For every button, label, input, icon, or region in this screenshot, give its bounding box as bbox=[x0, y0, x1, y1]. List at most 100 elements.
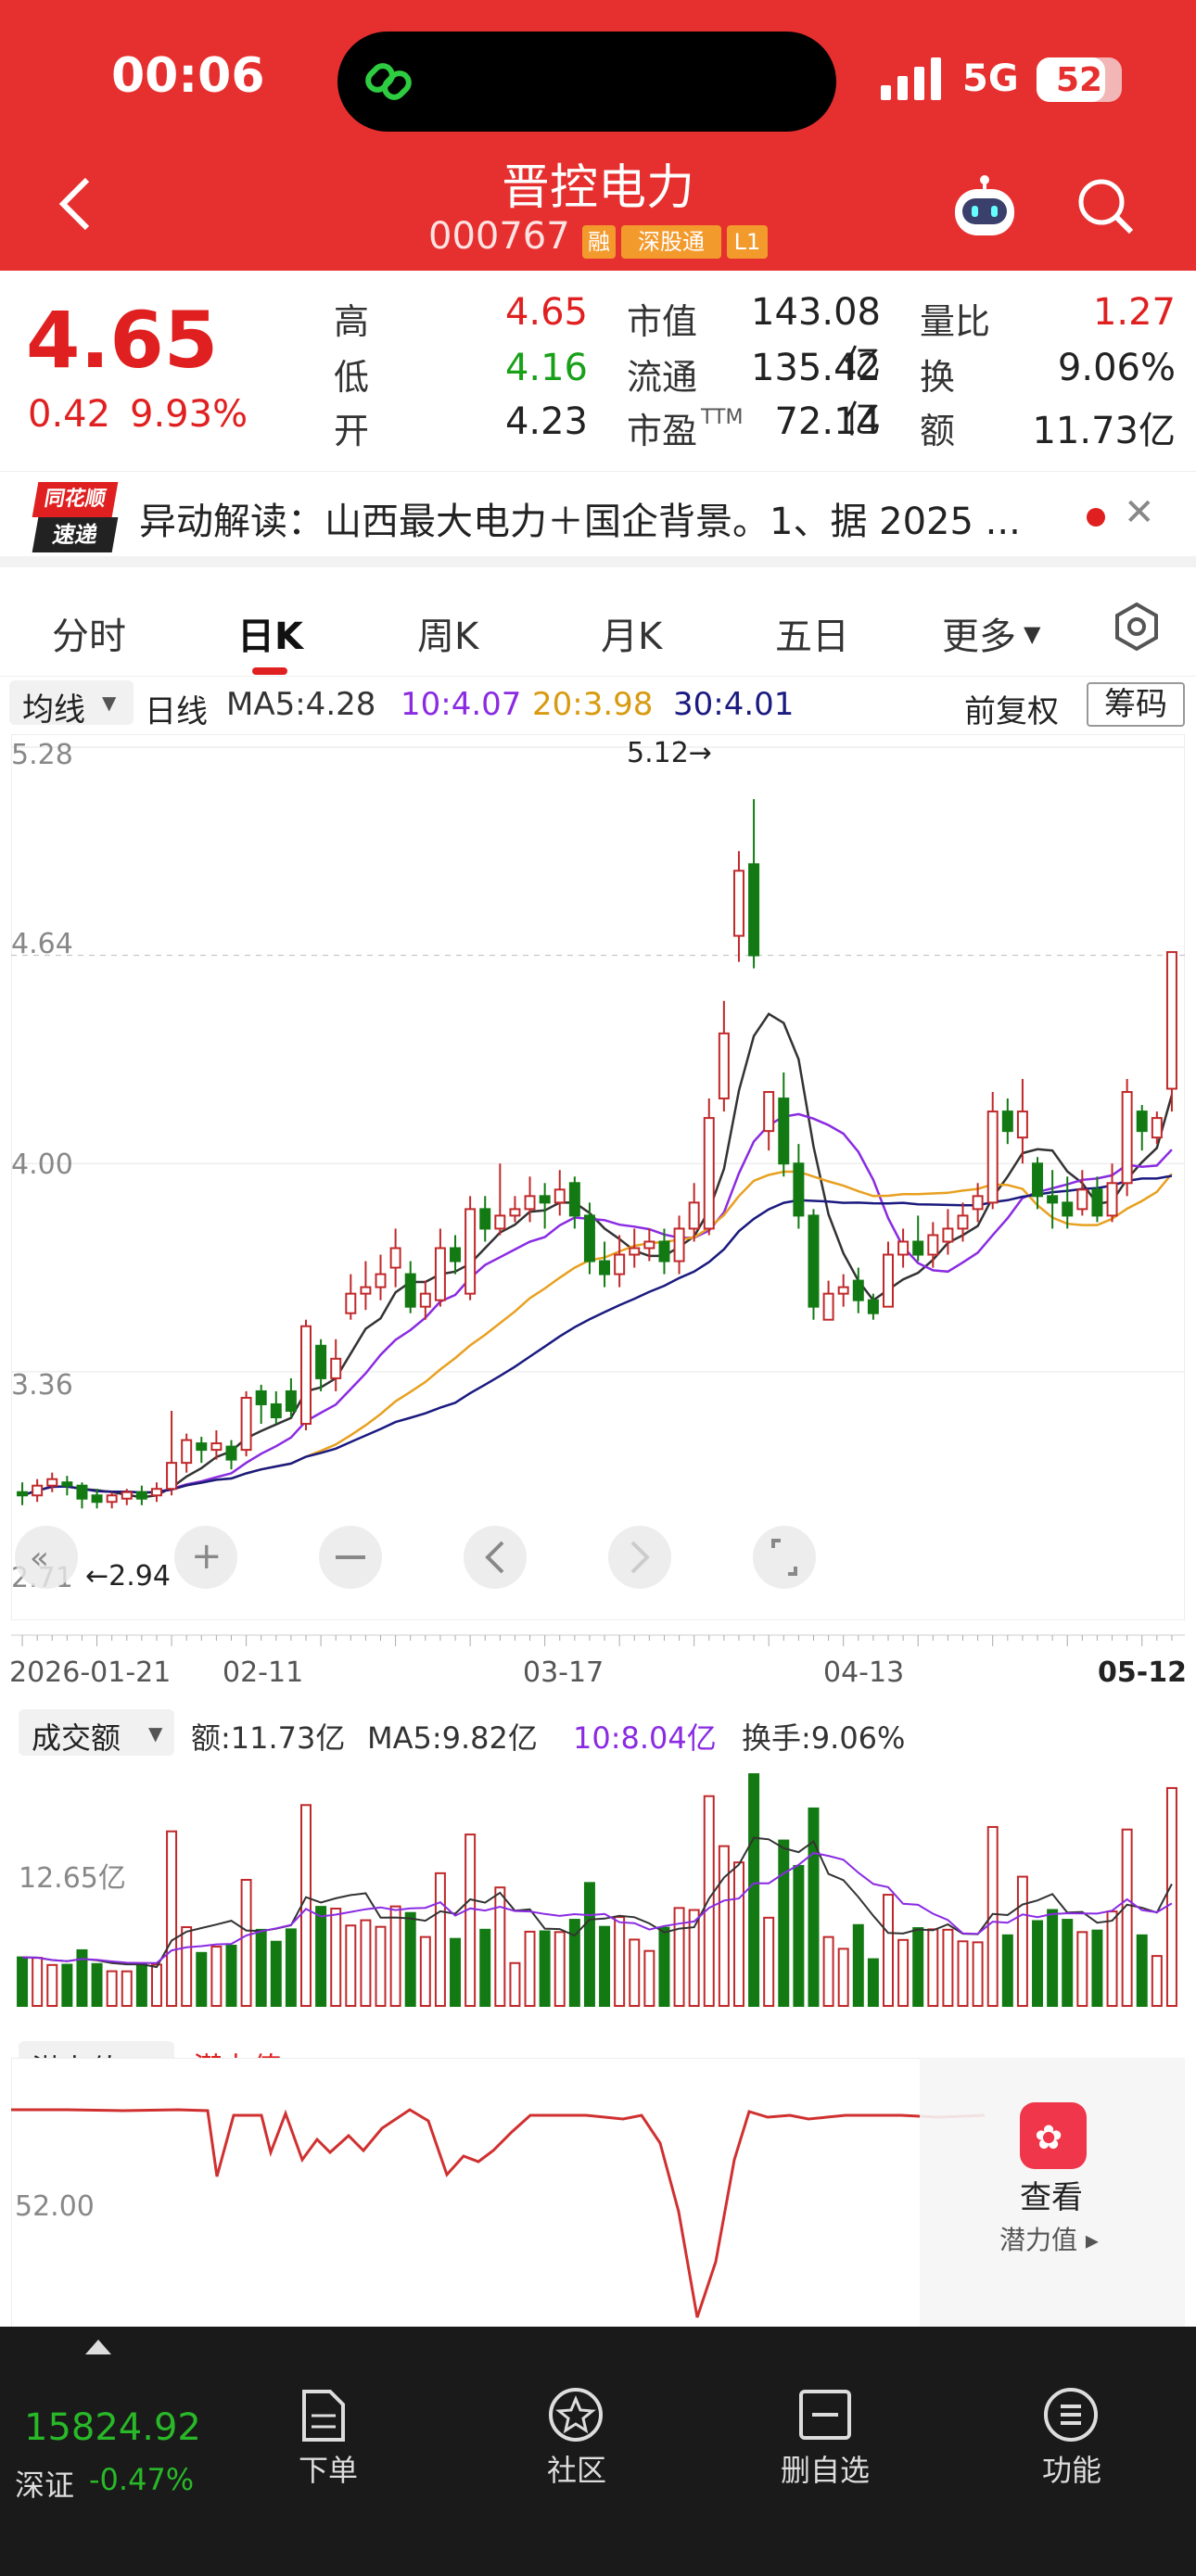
battery-level: 52 bbox=[1055, 61, 1103, 99]
order-button[interactable]: 下单 bbox=[263, 2447, 393, 2490]
open-label: 开 bbox=[334, 411, 370, 451]
assistant-robot-icon[interactable] bbox=[949, 172, 1020, 243]
volume-turnover: 换手:9.06% bbox=[742, 1720, 906, 1756]
ths-logo: 同花顺 速递 bbox=[32, 482, 119, 552]
settings-icon[interactable] bbox=[1111, 601, 1163, 653]
volume-bar bbox=[1062, 1919, 1074, 2007]
volume-bar bbox=[210, 1946, 223, 2008]
link-icon bbox=[365, 63, 412, 100]
volume-bar bbox=[91, 1962, 103, 2008]
volume-bar bbox=[360, 1919, 372, 2007]
volume-bar bbox=[494, 1886, 506, 2007]
volume-bar bbox=[1121, 1828, 1133, 2007]
volume-bar bbox=[703, 1795, 715, 2007]
high-label: 高 bbox=[334, 301, 370, 342]
kline-chart[interactable]: 5.28 4.64 4.00 3.36 2.71 5.12→ ←2.94 « + bbox=[11, 734, 1185, 1620]
volume-bar bbox=[196, 1951, 208, 2008]
volume-selector[interactable]: 成交额 ▼ bbox=[19, 1709, 174, 1756]
amount-label: 额 bbox=[920, 411, 956, 451]
volume-bar bbox=[285, 1928, 297, 2008]
date-label-1: 2026-01-21 bbox=[9, 1656, 171, 1689]
candle bbox=[837, 1286, 849, 1295]
dragon-glyph: ✿ bbox=[1035, 2119, 1062, 2157]
candle bbox=[61, 1481, 73, 1487]
community-button[interactable]: 社区 bbox=[512, 2447, 642, 2490]
volume-bar bbox=[524, 1930, 536, 2008]
candle bbox=[315, 1344, 327, 1379]
candle bbox=[568, 1182, 580, 1217]
volume-bar bbox=[121, 1970, 133, 2007]
close-icon[interactable]: ✕ bbox=[1124, 491, 1155, 534]
battery-icon: 52 bbox=[1037, 57, 1122, 102]
logo-bottom: 速递 bbox=[32, 517, 119, 552]
tab-monthly[interactable]: 月K bbox=[601, 606, 662, 660]
volume-bar bbox=[315, 1906, 327, 2008]
volume-ma5: MA5:9.82亿 bbox=[367, 1720, 538, 1756]
kline-kind: 日线 bbox=[145, 693, 208, 730]
candle bbox=[1062, 1201, 1074, 1217]
adjust-mode[interactable]: 前复权 bbox=[964, 686, 1059, 731]
pe-suffix: TTM bbox=[701, 406, 744, 429]
float-label: 流通 bbox=[627, 357, 698, 398]
volume-bar bbox=[778, 1839, 790, 2007]
candle bbox=[345, 1292, 357, 1314]
turnover-label: 换 bbox=[920, 357, 956, 398]
scroll-right-button[interactable] bbox=[608, 1526, 671, 1589]
candle bbox=[599, 1260, 611, 1275]
candle bbox=[897, 1240, 910, 1256]
candle bbox=[121, 1491, 133, 1500]
tab-more[interactable]: 更多 bbox=[942, 606, 1016, 660]
volume-bar bbox=[1032, 1920, 1044, 2007]
candle bbox=[389, 1247, 401, 1269]
volume-bar bbox=[106, 1970, 118, 2007]
pe-value: 72.14 bbox=[774, 400, 881, 443]
y-tick-top: 5.28 bbox=[11, 739, 73, 771]
tab-weekly[interactable]: 周K bbox=[417, 606, 478, 660]
volume-bar bbox=[912, 1927, 924, 2008]
candle bbox=[375, 1273, 387, 1288]
volume-bar bbox=[658, 1926, 670, 2007]
volume-bar bbox=[629, 1938, 641, 2007]
volume-bar bbox=[225, 1945, 237, 2007]
candle bbox=[450, 1247, 462, 1263]
double-chevron-left-icon: « bbox=[30, 1540, 49, 1577]
candle bbox=[181, 1439, 193, 1465]
candle bbox=[1047, 1195, 1059, 1204]
tab-daily[interactable]: 日K bbox=[237, 606, 303, 660]
indicator-selector[interactable]: 均线 ▼ bbox=[9, 680, 134, 729]
news-headline[interactable]: 异动解读：山西最大电力＋国企背景。1、据 2025 ... bbox=[139, 491, 1029, 545]
volume-ma10: 10:8.04亿 bbox=[573, 1720, 717, 1756]
candle bbox=[583, 1214, 595, 1263]
tab-five-day[interactable]: 五日 bbox=[775, 606, 849, 660]
community-icon bbox=[549, 2388, 603, 2442]
candle bbox=[553, 1188, 566, 1204]
volume-bar bbox=[1076, 1931, 1088, 2007]
functions-button[interactable]: 功能 bbox=[1007, 2447, 1137, 2490]
tab-intraday[interactable]: 分时 bbox=[52, 606, 126, 660]
low-value: 4.16 bbox=[504, 347, 588, 389]
volume-bar bbox=[718, 1845, 730, 2007]
volume-bar bbox=[748, 1773, 760, 2007]
order-icon bbox=[302, 2390, 345, 2442]
menu-icon bbox=[1044, 2388, 1098, 2442]
candle bbox=[464, 1208, 477, 1295]
chips-button[interactable]: 筹码 bbox=[1087, 682, 1185, 727]
unread-dot bbox=[1087, 508, 1105, 527]
potential-cta-sub: 潜力值 ▸ bbox=[999, 2225, 1099, 2255]
scroll-left-button[interactable] bbox=[464, 1526, 527, 1589]
search-icon[interactable] bbox=[1075, 176, 1135, 235]
candle bbox=[1091, 1188, 1103, 1217]
signal-icon bbox=[881, 57, 941, 100]
fullscreen-button[interactable] bbox=[753, 1526, 816, 1589]
candle bbox=[614, 1253, 626, 1275]
price-change: 0.42 bbox=[28, 393, 111, 436]
index-value[interactable]: 15824.92 bbox=[24, 2406, 201, 2449]
volume-bar bbox=[166, 1830, 178, 2007]
index-change: -0.47% bbox=[89, 2462, 195, 2497]
low-marker: ←2.94 bbox=[85, 1560, 171, 1593]
volume-bar bbox=[732, 1861, 744, 2007]
volume-selector-label: 成交额 bbox=[32, 1720, 121, 1756]
remove-watchlist-button[interactable]: 删自选 bbox=[760, 2447, 890, 2490]
volume-bar bbox=[450, 1937, 462, 2007]
date-label-2: 02-11 bbox=[223, 1656, 303, 1689]
